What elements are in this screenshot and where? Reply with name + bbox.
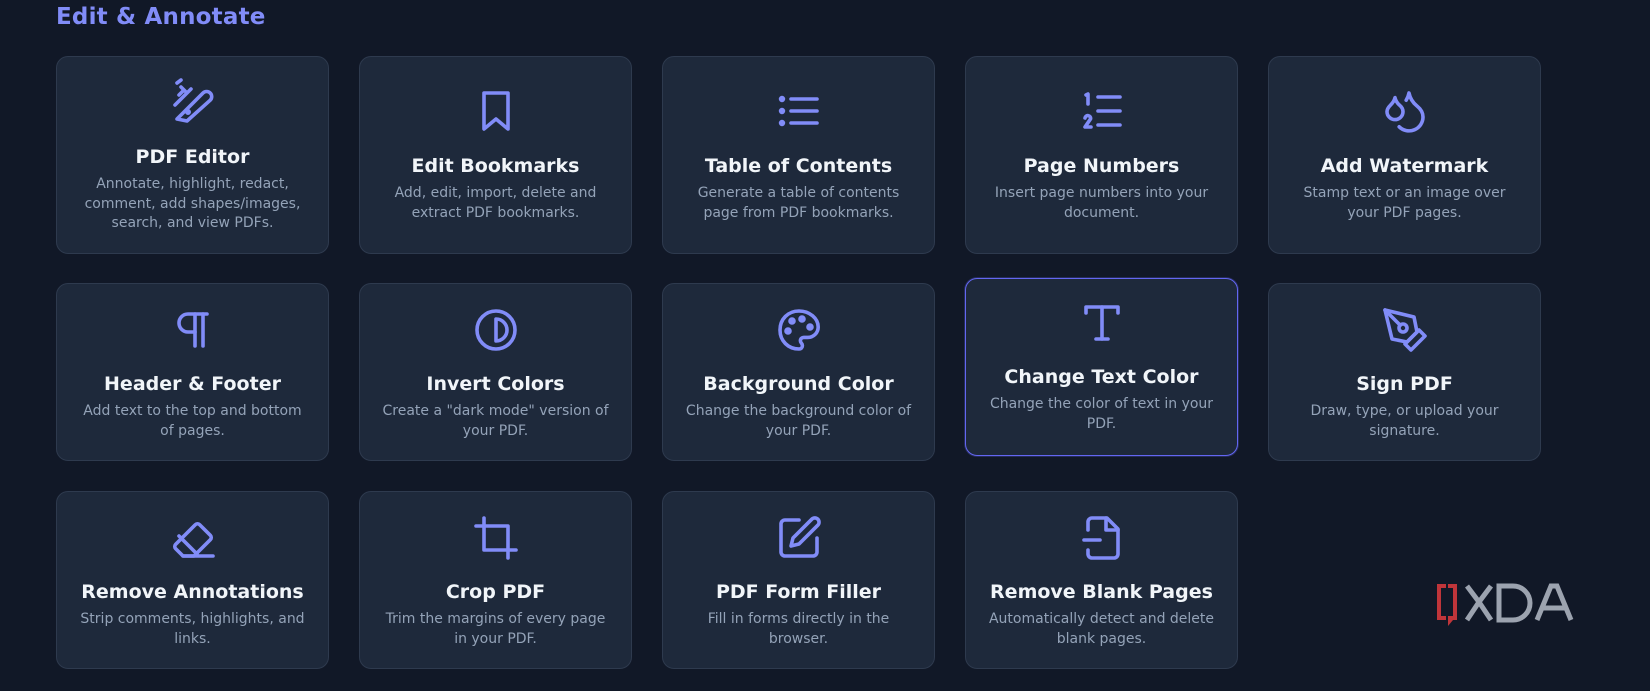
- tool-card-title: Background Color: [703, 373, 894, 395]
- tool-card-description: Add, edit, import, delete and extract PD…: [394, 185, 597, 221]
- tool-card-description: Draw, type, or upload your signature.: [1310, 403, 1499, 439]
- list-icon: [775, 87, 823, 135]
- tool-card-title: Add Watermark: [1320, 155, 1489, 177]
- tool-card-description: Generate a table of contents page from P…: [697, 185, 900, 221]
- tool-card-pdf-editor[interactable]: PDF Editor Annotate, highlight, redact, …: [56, 56, 329, 254]
- contrast-icon: [472, 306, 520, 354]
- page: Edit & Annotate PDF Editor Annotate, hig…: [0, 0, 1650, 691]
- tool-card-background-color[interactable]: Background Color Change the background c…: [662, 283, 935, 461]
- tool-card-description: Strip comments, highlights, and links.: [80, 611, 305, 647]
- eraser-icon: [169, 514, 217, 562]
- tool-card-title: PDF Form Filler: [715, 581, 882, 603]
- tool-card-title: PDF Editor: [135, 146, 250, 168]
- tool-card-title: Table of Contents: [704, 155, 893, 177]
- tool-card-description: Change the color of text in your PDF.: [989, 396, 1214, 432]
- bookmark-icon: [472, 87, 520, 135]
- tool-card-remove-annotations[interactable]: Remove Annotations Strip comments, highl…: [56, 491, 329, 669]
- tool-card-title: Remove Blank Pages: [990, 581, 1213, 603]
- pilcrow-icon: [169, 306, 217, 354]
- numbered-list-icon: [1078, 87, 1126, 135]
- tool-card-crop-pdf[interactable]: Crop PDF Trim the margins of every page …: [359, 491, 632, 669]
- tool-card-description: Insert page numbers into your document.: [994, 185, 1209, 221]
- tool-card-pdf-form-filler[interactable]: PDF Form Filler Fill in forms directly i…: [662, 491, 935, 669]
- tool-card-description: Automatically detect and delete blank pa…: [988, 611, 1215, 647]
- tool-card-title: Edit Bookmarks: [411, 155, 580, 177]
- tool-card-title: Invert Colors: [426, 373, 565, 395]
- tool-card-title: Change Text Color: [1004, 366, 1199, 388]
- tool-card-change-text-color[interactable]: Change Text Color Change the color of te…: [965, 278, 1238, 456]
- tool-card-title: Page Numbers: [1023, 155, 1180, 177]
- palette-icon: [775, 306, 823, 354]
- tool-card-description: Create a "dark mode" version of your PDF…: [382, 403, 609, 439]
- tool-card-title: Remove Annotations: [81, 581, 304, 603]
- tool-card-header-footer[interactable]: Header & Footer Add text to the top and …: [56, 283, 329, 461]
- tool-card-remove-blank-pages[interactable]: Remove Blank Pages Automatically detect …: [965, 491, 1238, 669]
- tool-card-page-numbers[interactable]: Page Numbers Insert page numbers into yo…: [965, 56, 1238, 254]
- swiss-knife-icon: [169, 77, 217, 125]
- type-icon: [1078, 299, 1126, 347]
- section-title: Edit & Annotate: [56, 4, 266, 30]
- edit-square-icon: [775, 514, 823, 562]
- tool-card-table-of-contents[interactable]: Table of Contents Generate a table of co…: [662, 56, 935, 254]
- tool-card-description: Change the background color of your PDF.: [685, 403, 912, 439]
- tool-card-description: Trim the margins of every page in your P…: [385, 611, 606, 647]
- tool-card-invert-colors[interactable]: Invert Colors Create a "dark mode" versi…: [359, 283, 632, 461]
- tool-card-description: Fill in forms directly in the browser.: [707, 611, 890, 647]
- xda-watermark-logo: [1433, 580, 1589, 626]
- tool-card-sign-pdf[interactable]: Sign PDF Draw, type, or upload your sign…: [1268, 283, 1541, 461]
- tool-card-description: Stamp text or an image over your PDF pag…: [1303, 185, 1506, 221]
- crop-icon: [472, 514, 520, 562]
- tool-card-edit-bookmarks[interactable]: Edit Bookmarks Add, edit, import, delete…: [359, 56, 632, 254]
- droplets-icon: [1381, 87, 1429, 135]
- tool-card-add-watermark[interactable]: Add Watermark Stamp text or an image ove…: [1268, 56, 1541, 254]
- tool-card-title: Sign PDF: [1356, 373, 1453, 395]
- tool-card-title: Header & Footer: [104, 373, 281, 395]
- tool-card-description: Add text to the top and bottom of pages.: [83, 403, 302, 439]
- file-minus-icon: [1078, 514, 1126, 562]
- tool-card-title: Crop PDF: [445, 581, 546, 603]
- pen-tool-icon: [1381, 306, 1429, 354]
- tool-card-description: Annotate, highlight, redact, comment, ad…: [84, 176, 301, 231]
